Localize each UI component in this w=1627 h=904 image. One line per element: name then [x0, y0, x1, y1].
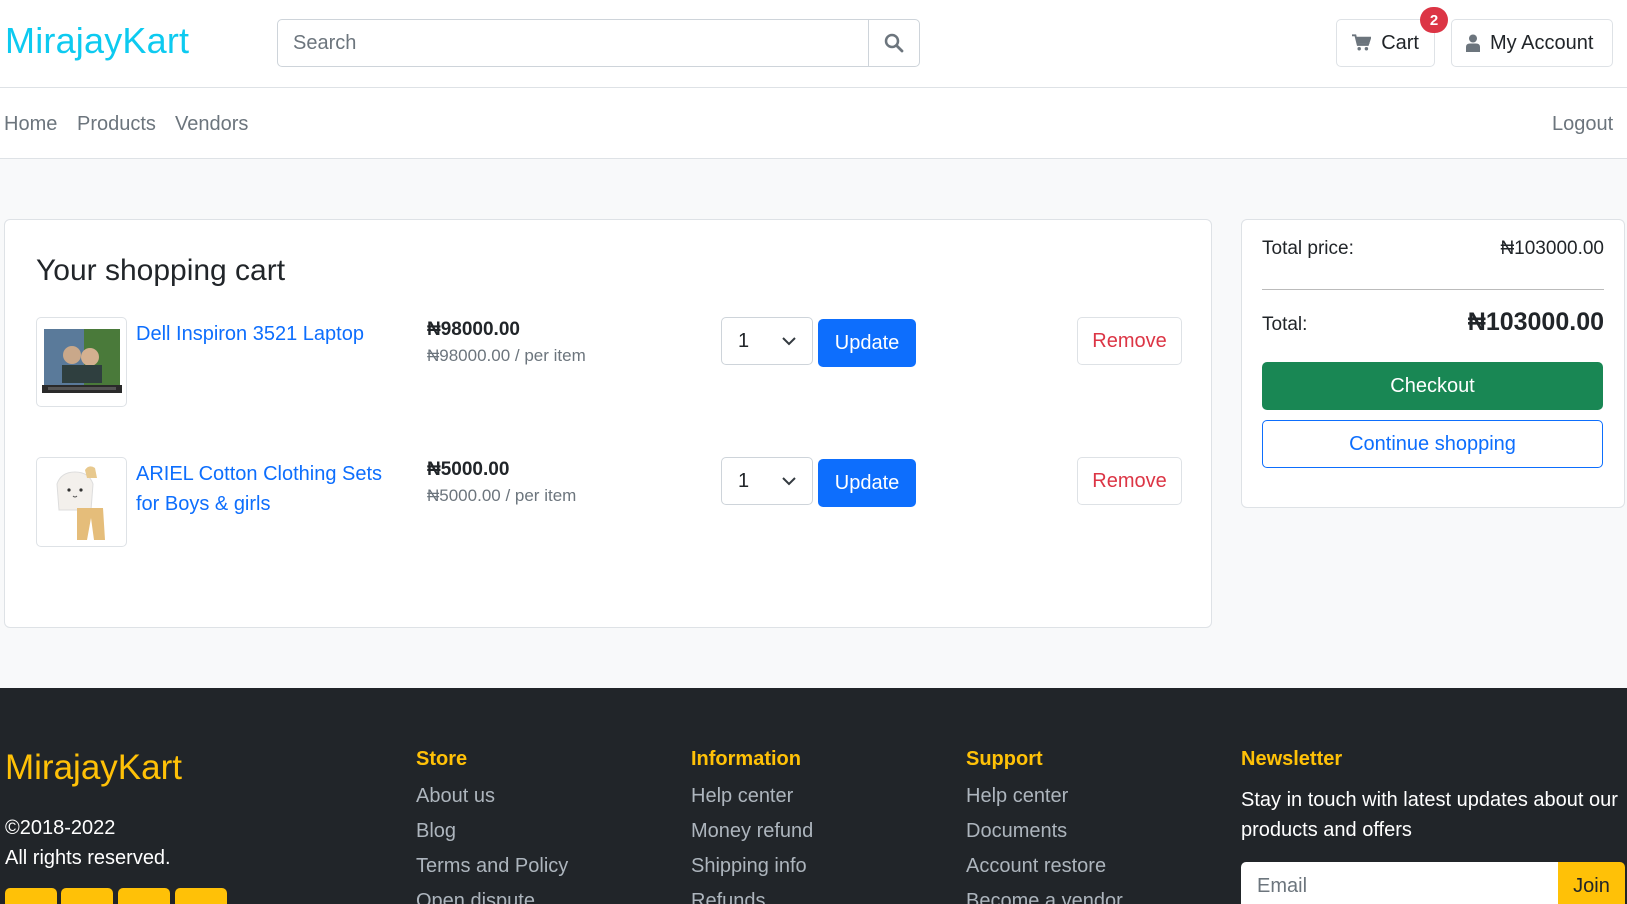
continue-shopping-button[interactable]: Continue shopping [1262, 420, 1603, 468]
cart-item-name[interactable]: ARIEL Cotton Clothing Sets for Boys & gi… [136, 459, 396, 519]
order-summary-card: Total price: ₦103000.00 Total: ₦103000.0… [1241, 219, 1625, 508]
search-bar [277, 19, 920, 67]
footer-store-column: Store About us Blog Terms and Policy Ope… [416, 748, 568, 904]
footer-brand: MirajayKart [5, 748, 182, 787]
cart-button[interactable]: Cart [1336, 19, 1435, 67]
update-button[interactable]: Update [818, 459, 916, 507]
footer-store-title: Store [416, 748, 468, 770]
search-button[interactable] [868, 20, 919, 66]
summary-divider [1262, 289, 1604, 290]
footer-link[interactable]: Become a vendor [966, 890, 1123, 904]
quantity-value: 1 [738, 469, 750, 492]
total-price-row: Total price: ₦103000.00 [1262, 238, 1604, 260]
quantity-value: 1 [738, 329, 750, 352]
footer-information-title: Information [691, 748, 801, 770]
cart-icon [1352, 34, 1372, 51]
total-price-label: Total price: [1262, 238, 1354, 259]
footer-link[interactable]: Account restore [966, 855, 1123, 890]
email-field[interactable] [1241, 862, 1558, 904]
cart-item-price: ₦5000.00 [427, 459, 510, 480]
checkout-button[interactable]: Checkout [1262, 362, 1603, 410]
search-input[interactable] [278, 20, 868, 66]
total-price-value: ₦103000.00 [1500, 238, 1604, 259]
quantity-select[interactable]: 1 [721, 317, 813, 365]
newsletter-text: Stay in touch with latest updates about … [1241, 789, 1618, 841]
copyright-years: ©2018-2022 [5, 817, 116, 839]
cart-item-unit-price: ₦98000.00 / per item [427, 346, 586, 365]
nav-products[interactable]: Products [77, 113, 156, 136]
total-label: Total: [1262, 314, 1308, 335]
total-row: Total: ₦103000.00 [1262, 308, 1604, 337]
footer-information-column: Information Help center Money refund Shi… [691, 748, 813, 904]
footer-link[interactable]: Help center [691, 785, 813, 820]
cart-item-price: ₦98000.00 [427, 319, 520, 340]
cart-item: Dell Inspiron 3521 Laptop ₦98000.00 ₦980… [5, 317, 1211, 409]
my-account-button[interactable]: My Account [1451, 19, 1613, 67]
brand-logo[interactable]: MirajayKart [5, 20, 189, 62]
shopping-cart-card: Your shopping cart Dell Inspiron 3521 La… [4, 219, 1212, 628]
nav-vendors[interactable]: Vendors [175, 113, 248, 136]
footer-link[interactable]: Terms and Policy [416, 855, 568, 890]
quantity-select[interactable]: 1 [721, 457, 813, 505]
nav-logout[interactable]: Logout [1552, 113, 1613, 136]
cart-item: ARIEL Cotton Clothing Sets for Boys & gi… [5, 457, 1211, 549]
rights-text: All rights reserved. [5, 847, 171, 869]
remove-button[interactable]: Remove [1077, 457, 1182, 505]
footer-link[interactable]: Blog [416, 820, 568, 855]
newsletter-form: Join [1241, 862, 1625, 904]
cart-title: Your shopping cart [36, 254, 286, 287]
nav-home[interactable]: Home [4, 113, 57, 136]
laptop-image [41, 329, 122, 393]
join-button[interactable]: Join [1558, 862, 1625, 904]
footer-newsletter-column: Newsletter Stay in touch with latest upd… [1241, 748, 1621, 845]
footer-link[interactable]: Help center [966, 785, 1123, 820]
remove-button[interactable]: Remove [1077, 317, 1182, 365]
main-nav: Home Products Vendors Logout [0, 88, 1627, 159]
footer-link[interactable]: Refunds [691, 890, 813, 904]
cart-label: Cart [1381, 31, 1419, 54]
footer-link[interactable]: Shipping info [691, 855, 813, 890]
footer-support-title: Support [966, 748, 1043, 770]
footer-link[interactable]: Open dispute [416, 890, 568, 904]
cart-item-name[interactable]: Dell Inspiron 3521 Laptop [136, 319, 396, 349]
footer-link[interactable]: About us [416, 785, 568, 820]
clothing-image [46, 462, 117, 542]
total-value: ₦103000.00 [1467, 308, 1604, 336]
footer-link[interactable]: Money refund [691, 820, 813, 855]
footer-copyright: ©2018-2022 All rights reserved. [5, 813, 171, 873]
social-button[interactable] [175, 888, 227, 904]
cart-item-unit-price: ₦5000.00 / per item [427, 486, 577, 505]
top-header: MirajayKart Cart 2 My Account [0, 0, 1627, 88]
search-icon [884, 33, 904, 53]
social-button[interactable] [5, 888, 57, 904]
my-account-label: My Account [1490, 31, 1594, 54]
chevron-down-icon [782, 476, 796, 485]
footer-link[interactable]: Documents [966, 820, 1123, 855]
user-icon [1466, 34, 1480, 52]
product-thumbnail[interactable] [36, 457, 127, 547]
update-button[interactable]: Update [818, 319, 916, 367]
footer: MirajayKart ©2018-2022 All rights reserv… [0, 688, 1627, 904]
cart-count-badge: 2 [1420, 7, 1448, 33]
social-button[interactable] [118, 888, 170, 904]
chevron-down-icon [782, 336, 796, 345]
footer-support-column: Support Help center Documents Account re… [966, 748, 1123, 904]
footer-newsletter-title: Newsletter [1241, 748, 1343, 770]
social-button[interactable] [61, 888, 113, 904]
product-thumbnail[interactable] [36, 317, 127, 407]
